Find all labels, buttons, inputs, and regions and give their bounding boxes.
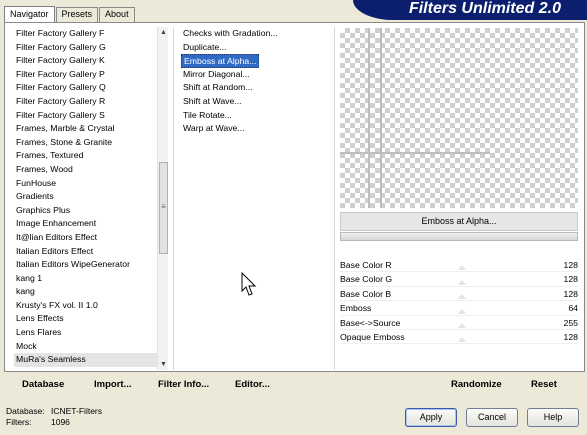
filters-count: 1096	[51, 417, 70, 427]
database-button[interactable]: Database	[22, 379, 64, 390]
mouse-cursor-icon	[241, 272, 257, 296]
effect-item[interactable]: Checks with Gradation...	[181, 27, 331, 41]
filter-category-item[interactable]: kang 1	[14, 272, 157, 286]
cancel-button[interactable]: Cancel	[466, 408, 518, 427]
parameter-slider[interactable]: Base<->Source 255	[340, 316, 578, 330]
scroll-thumb[interactable]: ≡	[159, 162, 168, 254]
database-label: Database:	[6, 406, 45, 416]
filter-category-item[interactable]: It@lian Editors Effect	[14, 231, 157, 245]
filter-category-item[interactable]: Filter Factory Gallery Q	[14, 81, 157, 95]
status-area: Database: ICNET-Filters Filters: 1096	[6, 406, 102, 428]
parameter-value: 128	[563, 288, 579, 299]
parameter-name: Base Color R	[340, 260, 392, 270]
editor-button[interactable]: Editor...	[235, 379, 270, 390]
database-value: ICNET-Filters	[51, 406, 102, 416]
randomize-button[interactable]: Randomize	[451, 379, 502, 390]
divider	[173, 27, 174, 370]
help-button[interactable]: Help	[527, 408, 579, 427]
effect-item[interactable]: Mirror Diagonal...	[181, 68, 331, 82]
parameter-value: 64	[568, 303, 578, 314]
parameter-name: Base Color G	[340, 274, 393, 285]
filter-category-item[interactable]: Krusty's FX vol. II 1.0	[14, 299, 157, 313]
filter-category-item[interactable]: Lens Effects	[14, 312, 157, 326]
preview-line	[368, 28, 370, 208]
slider-knob-icon[interactable]	[458, 279, 466, 285]
filter-category-item[interactable]: Filter Factory Gallery K	[14, 54, 157, 68]
filter-category-item[interactable]: Mock	[14, 340, 157, 354]
effect-item[interactable]: Duplicate...	[181, 41, 331, 55]
parameter-slider[interactable]: Base Color G 128	[340, 272, 579, 287]
tab-about[interactable]: About	[99, 7, 135, 22]
scroll-up-icon[interactable]: ▲	[158, 27, 169, 38]
app-title: Filters Unlimited 2.0	[408, 0, 561, 17]
filter-info-button[interactable]: Filter Info...	[158, 379, 209, 390]
tab-navigator[interactable]: Navigator	[4, 6, 55, 22]
filter-category-item[interactable]: Filter Factory Gallery S	[14, 109, 157, 123]
filter-category-item[interactable]: Gradients	[14, 190, 157, 204]
effect-item[interactable]: Warp at Wave...	[181, 122, 331, 136]
slider-knob-icon[interactable]	[458, 265, 466, 271]
filter-category-item[interactable]: Frames, Wood	[14, 163, 157, 177]
parameter-value: 255	[563, 317, 579, 328]
filter-category-item[interactable]: Filter Factory Gallery F	[14, 27, 157, 41]
navigator-panel: Filter Factory Gallery F Filter Factory G…	[4, 22, 585, 372]
effect-item[interactable]: Emboss at Alpha...	[181, 54, 259, 68]
parameter-name: Emboss	[340, 303, 372, 314]
filter-category-item[interactable]: Lens Flares	[14, 326, 157, 340]
effect-list[interactable]: Checks with Gradation... Duplicate... Embo…	[181, 27, 331, 136]
filter-category-item[interactable]: Italian Editors Effect	[14, 245, 157, 259]
filter-category-item[interactable]: Frames, Marble & Crystal	[14, 122, 157, 136]
filter-category-item[interactable]: FunHouse	[14, 177, 157, 191]
filter-category-item[interactable]: Image Enhancement	[14, 217, 157, 231]
filter-category-item[interactable]: Filter Factory Gallery R	[14, 95, 157, 109]
parameter-value: 128	[563, 260, 579, 270]
filter-category-item[interactable]: Italian Editors WipeGenerator	[14, 258, 157, 272]
slider-knob-icon[interactable]	[458, 322, 466, 328]
preview-line	[380, 28, 382, 208]
filter-category-item[interactable]: Filter Factory Gallery G	[14, 41, 157, 55]
effect-item[interactable]: Shift at Random...	[181, 81, 331, 95]
effect-item[interactable]: Tile Rotate...	[181, 109, 331, 123]
filter-category-item[interactable]: Frames, Stone & Granite	[14, 136, 157, 150]
parameter-slider[interactable]: Base Color B 128	[340, 287, 579, 302]
parameter-name: Base Color B	[340, 288, 392, 299]
filter-category-item[interactable]: Frames, Textured	[14, 149, 157, 163]
param-toolbar: Randomize Reset	[335, 372, 585, 396]
parameter-name: Opaque Emboss	[340, 331, 405, 342]
parameter-slider[interactable]: Base Color R 128	[340, 258, 579, 273]
filter-toolbar: Database Import... Filter Info... Editor…	[4, 372, 330, 396]
apply-button[interactable]: Apply	[405, 408, 457, 427]
reset-button[interactable]: Reset	[531, 379, 557, 390]
preview-image	[340, 28, 578, 208]
parameter-slider[interactable]: Opaque Emboss 128	[340, 330, 579, 345]
preview-line	[340, 152, 490, 154]
filters-label: Filters:	[6, 417, 32, 427]
scroll-down-icon[interactable]: ▼	[158, 359, 169, 370]
progress-bar	[340, 232, 578, 241]
title-banner: Filters Unlimited 2.0	[353, 0, 587, 20]
filter-list-scrollbar[interactable]: ▲ ≡ ▼	[157, 27, 168, 370]
filter-category-list[interactable]: Filter Factory Gallery F Filter Factory G…	[14, 27, 157, 370]
parameter-name: Base<->Source	[340, 317, 401, 328]
parameter-value: 128	[563, 331, 579, 342]
effect-item[interactable]: Shift at Wave...	[181, 95, 331, 109]
slider-knob-icon[interactable]	[458, 294, 466, 300]
effect-name-display: Emboss at Alpha...	[340, 212, 578, 231]
slider-knob-icon[interactable]	[458, 337, 466, 343]
filter-category-item[interactable]: Graphics Plus	[14, 204, 157, 218]
slider-knob-icon[interactable]	[458, 308, 466, 314]
filter-category-item[interactable]: kang	[14, 285, 157, 299]
parameter-list: Base Color R 128 Base Color G 128 Base Color…	[340, 258, 579, 345]
parameter-slider[interactable]: Emboss 64	[340, 301, 578, 316]
parameter-value: 128	[563, 274, 579, 285]
filter-category-item[interactable]: MuRa's Seamless	[14, 353, 157, 367]
filter-category-item[interactable]: Filter Factory Gallery P	[14, 68, 157, 82]
tab-presets[interactable]: Presets	[55, 7, 99, 22]
import-button[interactable]: Import...	[94, 379, 131, 390]
divider	[334, 27, 335, 370]
tab-strip: Navigator Presets About	[4, 6, 136, 22]
